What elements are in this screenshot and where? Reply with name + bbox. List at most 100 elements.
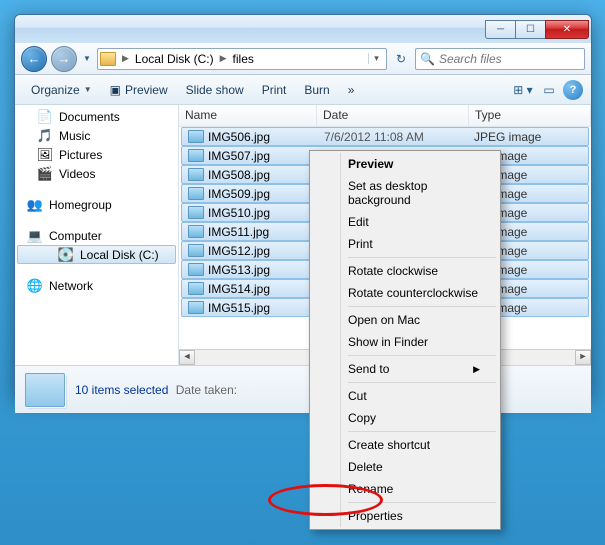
preview-button[interactable]: ▣ Preview — [102, 80, 176, 100]
image-file-icon — [188, 244, 204, 257]
computer-icon: 💻 — [27, 228, 43, 244]
image-file-icon — [188, 301, 204, 314]
file-name: IMG514.jpg — [208, 282, 270, 296]
selection-count: 10 items selected — [75, 383, 168, 397]
back-button[interactable]: ← — [21, 46, 47, 72]
titlebar[interactable]: ─ ☐ ✕ — [15, 15, 591, 43]
file-name: IMG508.jpg — [208, 168, 270, 182]
toolbar-overflow[interactable]: » — [340, 80, 363, 100]
ctx-edit[interactable]: Edit — [340, 211, 498, 233]
music-icon: 🎵 — [37, 128, 53, 144]
breadcrumb-separator[interactable]: ▶ — [120, 53, 131, 64]
details-pane: 10 items selected Date taken: — [15, 365, 591, 413]
ctx-copy[interactable]: Copy — [340, 407, 498, 429]
pictures-icon: 🖼 — [37, 147, 53, 163]
ctx-delete[interactable]: Delete — [340, 456, 498, 478]
image-file-icon — [188, 225, 204, 238]
slideshow-button[interactable]: Slide show — [178, 80, 252, 100]
ctx-separator — [348, 257, 496, 258]
ctx-separator — [348, 355, 496, 356]
sidebar-item-localdisk[interactable]: 💽Local Disk (C:) — [17, 245, 176, 264]
image-file-icon — [188, 206, 204, 219]
command-bar: Organize▼ ▣ Preview Slide show Print Bur… — [15, 75, 591, 105]
file-name: IMG510.jpg — [208, 206, 270, 220]
image-file-icon — [188, 168, 204, 181]
ctx-show-finder[interactable]: Show in Finder — [340, 331, 498, 353]
drive-icon: 💽 — [58, 247, 74, 263]
close-button[interactable]: ✕ — [545, 20, 589, 39]
column-type[interactable]: Type — [469, 105, 591, 126]
scroll-left-button[interactable]: ◄ — [179, 350, 195, 365]
maximize-button[interactable]: ☐ — [515, 20, 545, 39]
ctx-set-background[interactable]: Set as desktop background — [340, 175, 498, 211]
image-file-icon — [188, 263, 204, 276]
file-type: JPEG image — [468, 130, 588, 144]
ctx-cut[interactable]: Cut — [340, 385, 498, 407]
file-date: 7/6/2012 11:08 AM — [318, 130, 468, 144]
thumbnail-icon — [25, 373, 65, 407]
view-options-button[interactable]: ⊞ ▾ — [511, 79, 535, 101]
ctx-separator — [348, 382, 496, 383]
sidebar-item-documents[interactable]: 📄Documents — [15, 107, 178, 126]
file-name: IMG511.jpg — [208, 225, 269, 239]
submenu-arrow-icon: ▶ — [473, 364, 480, 375]
search-box[interactable]: 🔍 — [415, 48, 585, 70]
ctx-separator — [348, 306, 496, 307]
column-date[interactable]: Date — [317, 105, 469, 126]
forward-button[interactable]: → — [51, 46, 77, 72]
sidebar-item-music[interactable]: 🎵Music — [15, 126, 178, 145]
ctx-open-mac[interactable]: Open on Mac — [340, 309, 498, 331]
ctx-properties[interactable]: Properties — [340, 505, 498, 527]
ctx-create-shortcut[interactable]: Create shortcut — [340, 434, 498, 456]
column-name[interactable]: Name — [179, 105, 317, 126]
sidebar-item-pictures[interactable]: 🖼Pictures — [15, 145, 178, 164]
sidebar-item-computer[interactable]: 💻Computer — [15, 226, 178, 245]
ctx-rotate-ccw[interactable]: Rotate counterclockwise — [340, 282, 498, 304]
nav-bar: ← → ▼ ▶ Local Disk (C:) ▶ files ▾ ↻ 🔍 — [15, 43, 591, 75]
ctx-send-to[interactable]: Send to▶ — [340, 358, 498, 380]
organize-menu[interactable]: Organize▼ — [23, 80, 100, 100]
ctx-print[interactable]: Print — [340, 233, 498, 255]
file-name: IMG506.jpg — [208, 130, 270, 144]
image-file-icon — [188, 149, 204, 162]
minimize-button[interactable]: ─ — [485, 20, 515, 39]
preview-pane-button[interactable]: ▭ — [537, 79, 561, 101]
breadcrumb-current[interactable]: files — [229, 52, 258, 66]
ctx-separator — [348, 502, 496, 503]
ctx-rotate-cw[interactable]: Rotate clockwise — [340, 260, 498, 282]
search-icon: 🔍 — [420, 52, 435, 66]
nav-history-dropdown[interactable]: ▼ — [81, 50, 93, 68]
help-button[interactable]: ? — [563, 80, 583, 100]
ctx-rename[interactable]: Rename — [340, 478, 498, 500]
network-icon: 🌐 — [27, 278, 43, 294]
sidebar-item-network[interactable]: 🌐Network — [15, 276, 178, 295]
file-name: IMG513.jpg — [208, 263, 270, 277]
ctx-separator — [348, 431, 496, 432]
column-headers: Name Date Type — [179, 105, 591, 127]
refresh-button[interactable]: ↻ — [391, 52, 411, 66]
ctx-preview[interactable]: Preview — [340, 153, 498, 175]
date-taken-label: Date taken: — [176, 383, 237, 397]
explorer-window: ─ ☐ ✕ ← → ▼ ▶ Local Disk (C:) ▶ files ▾ … — [14, 14, 592, 399]
address-bar[interactable]: ▶ Local Disk (C:) ▶ files ▾ — [97, 48, 387, 70]
folder-icon — [100, 52, 116, 66]
sidebar-item-homegroup[interactable]: 👥Homegroup — [15, 195, 178, 214]
address-dropdown[interactable]: ▾ — [368, 53, 384, 64]
scroll-right-button[interactable]: ► — [575, 350, 591, 365]
documents-icon: 📄 — [37, 109, 53, 125]
navigation-pane[interactable]: 📄Documents 🎵Music 🖼Pictures 🎬Videos 👥Hom… — [15, 105, 179, 365]
file-name: IMG507.jpg — [208, 149, 270, 163]
homegroup-icon: 👥 — [27, 197, 43, 213]
search-input[interactable] — [439, 52, 580, 66]
print-button[interactable]: Print — [254, 80, 295, 100]
image-file-icon — [188, 130, 204, 143]
burn-button[interactable]: Burn — [296, 80, 337, 100]
file-name: IMG515.jpg — [208, 301, 270, 315]
image-file-icon — [188, 282, 204, 295]
breadcrumb-root[interactable]: Local Disk (C:) — [131, 52, 218, 66]
context-menu: Preview Set as desktop background Edit P… — [309, 150, 501, 530]
file-name: IMG512.jpg — [208, 244, 270, 258]
breadcrumb-separator[interactable]: ▶ — [218, 53, 229, 64]
sidebar-item-videos[interactable]: 🎬Videos — [15, 164, 178, 183]
file-row[interactable]: IMG506.jpg 7/6/2012 11:08 AMJPEG image — [181, 127, 589, 146]
